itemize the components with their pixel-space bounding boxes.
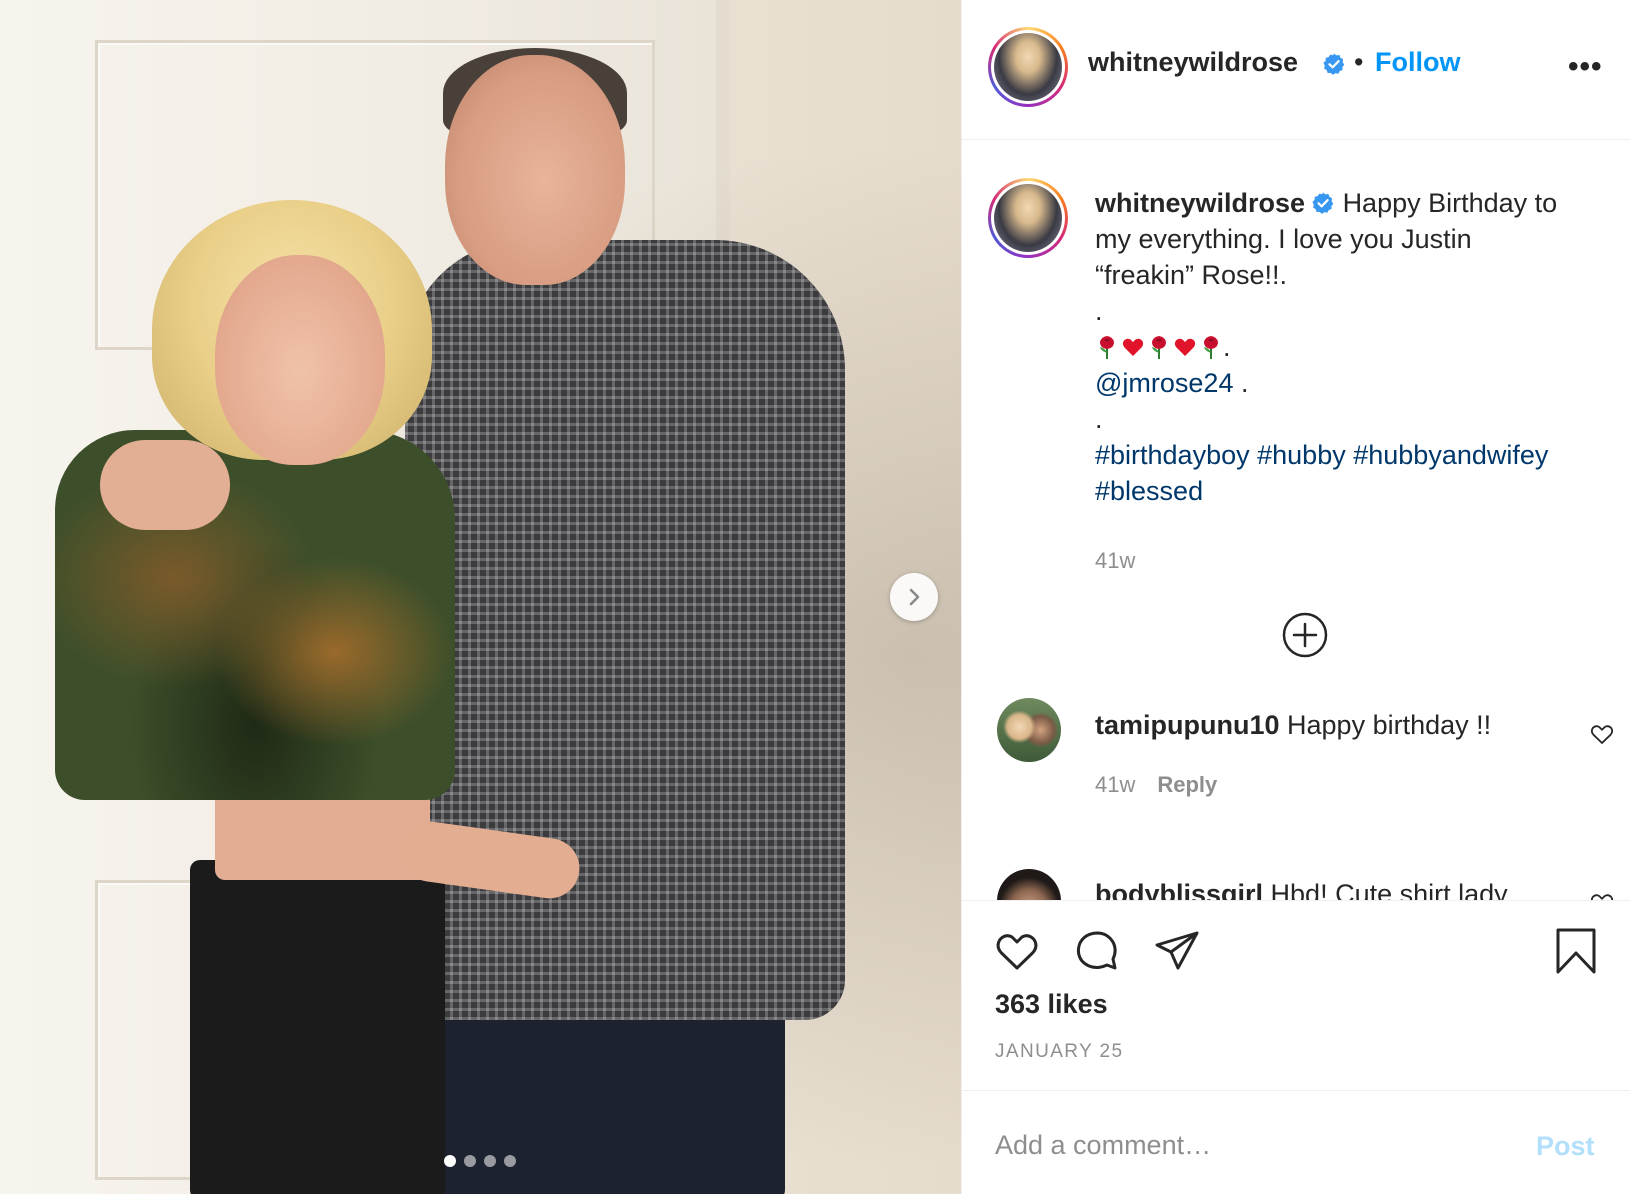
avatar-image [994, 33, 1062, 101]
carousel-dot-active [444, 1155, 456, 1167]
rose-emoji-icon [1152, 336, 1166, 359]
author-username[interactable]: whitneywildrose [1088, 47, 1298, 78]
comment-item: tamipupunu10 Happy birthday !! 41w Reply [962, 696, 1630, 806]
commenter-username[interactable]: tamipupunu10 [1095, 710, 1280, 740]
add-comment-section: Post [962, 1090, 1630, 1194]
carousel-dot [484, 1155, 496, 1167]
comment-item: bodyblissgirl Hbd! Cute shirt lady [962, 865, 1630, 900]
caption-line-2: my everything. I love you Justin [1095, 224, 1472, 254]
verified-badge-icon [1312, 192, 1334, 214]
hashtag-link[interactable]: #blessed [1095, 476, 1203, 506]
post-actions: 363 likes JANUARY 25 [962, 900, 1630, 1090]
post-date[interactable]: JANUARY 25 [995, 1041, 1123, 1063]
comment-input[interactable] [995, 1123, 1475, 1167]
rose-emoji-icon [1204, 336, 1218, 359]
reply-button[interactable]: Reply [1157, 772, 1217, 797]
commenter-username[interactable]: bodyblissgirl [1095, 879, 1263, 900]
author-avatar[interactable] [988, 27, 1068, 107]
comment-body: Happy birthday !! [1287, 710, 1492, 740]
save-bookmark-icon[interactable] [1551, 926, 1601, 976]
verified-badge-icon [1316, 52, 1346, 78]
hashtag-link[interactable]: #birthdayboy [1095, 440, 1250, 470]
load-more-comments-icon[interactable] [1280, 610, 1330, 660]
commenter-avatar[interactable] [997, 698, 1061, 762]
commenter-avatar[interactable] [997, 869, 1061, 900]
rose-emoji-icon [1100, 336, 1114, 359]
hashtag-link[interactable]: #hubbyandwifey [1353, 440, 1548, 470]
carousel-dot [464, 1155, 476, 1167]
emoji-row [1095, 334, 1223, 360]
caption-line-3: “freakin” Rose!!. [1095, 260, 1288, 290]
like-count[interactable]: 363 likes [995, 989, 1108, 1020]
comment-text: bodyblissgirl Hbd! Cute shirt lady [1095, 879, 1508, 900]
heart-emoji-icon [1174, 338, 1196, 356]
caption-timestamp[interactable]: 41w [1095, 548, 1135, 574]
share-paper-plane-icon[interactable] [1152, 926, 1202, 976]
man-face [445, 55, 625, 285]
comment-like-heart-icon[interactable] [1589, 891, 1615, 900]
hashtag-link[interactable]: #hubby [1257, 440, 1346, 470]
post-header: whitneywildrose • Follow ••• [962, 0, 1630, 140]
woman-face [215, 255, 385, 465]
chevron-right-icon [909, 588, 920, 606]
caption-username[interactable]: whitneywildrose [1095, 188, 1305, 218]
comment-text: tamipupunu10 Happy birthday !! [1095, 710, 1491, 741]
man-shirt [405, 240, 845, 1020]
follow-button[interactable]: Follow [1375, 47, 1460, 78]
caption-author-avatar[interactable] [988, 178, 1068, 258]
carousel-dot [504, 1155, 516, 1167]
mention-link[interactable]: @jmrose24 [1095, 368, 1233, 398]
emoji-row-suffix: . [1223, 332, 1231, 362]
post-photo[interactable] [0, 0, 961, 1194]
caption-dot: . [1095, 296, 1103, 326]
post-sidebar: whitneywildrose • Follow ••• whitneywild… [961, 0, 1630, 1194]
caption-line-1: Happy Birthday to [1342, 188, 1558, 218]
heart-emoji-icon [1122, 338, 1144, 356]
post-caption: whitneywildrose Happy Birthday to my eve… [1095, 185, 1605, 509]
comment-meta: 41w Reply [1095, 772, 1217, 798]
comment-bubble-icon[interactable] [1072, 926, 1122, 976]
comments-scroll-area[interactable]: whitneywildrose Happy Birthday to my eve… [962, 140, 1630, 900]
more-options-icon[interactable]: ••• [1568, 50, 1603, 84]
mention-suffix: . [1233, 368, 1249, 398]
avatar-image [994, 184, 1062, 252]
comment-time[interactable]: 41w [1095, 772, 1135, 797]
comment-like-heart-icon[interactable] [1589, 722, 1615, 746]
carousel-next-button[interactable] [890, 573, 938, 621]
like-heart-icon[interactable] [992, 926, 1042, 976]
man-hand-on-shoulder [100, 440, 230, 530]
woman-pants [190, 860, 445, 1194]
post-comment-button[interactable]: Post [1536, 1131, 1595, 1162]
carousel-indicator [444, 1155, 516, 1167]
header-separator: • [1354, 47, 1364, 77]
caption-dot: . [1095, 404, 1103, 434]
comment-body: Hbd! Cute shirt lady [1270, 879, 1508, 900]
